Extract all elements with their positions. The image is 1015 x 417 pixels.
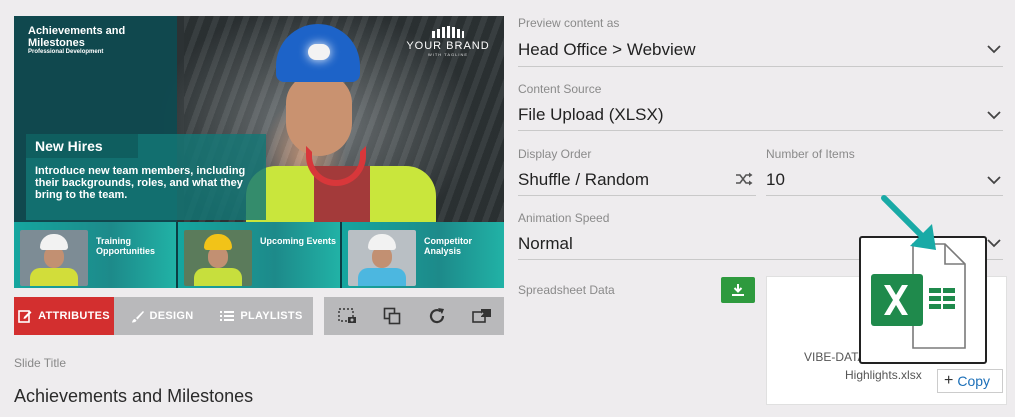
download-template-button[interactable]: [721, 277, 755, 303]
refresh-button[interactable]: [423, 302, 451, 330]
brand-mark-icon: [432, 26, 464, 38]
preview-hero: Achievements and Milestones Professional…: [14, 16, 504, 222]
tile-label: Competitor Analysis: [424, 236, 472, 256]
chevron-down-icon[interactable]: [987, 175, 1001, 185]
brand-logo: YOUR BRAND WITH TAGLINE: [404, 26, 492, 57]
spreadsheet-data-label: Spreadsheet Data: [518, 283, 615, 297]
layers-icon: [383, 307, 400, 325]
slide-title-label: Slide Title: [14, 356, 67, 370]
tab-attributes-label: ATTRIBUTES: [38, 310, 110, 322]
chevron-down-icon[interactable]: [987, 110, 1001, 120]
preview-toolbar: [324, 297, 504, 335]
tab-design-label: DESIGN: [149, 310, 194, 322]
tile-competitor: Competitor Analysis: [342, 222, 504, 288]
copy-button-label: Copy: [957, 373, 991, 389]
refresh-icon: [429, 308, 444, 324]
file-name-line2: Highlights.xlsx: [845, 368, 922, 382]
brand-name: YOUR BRAND: [406, 40, 490, 52]
screenshot-button[interactable]: [333, 302, 361, 330]
screenshot-icon: [337, 308, 356, 323]
cast-icon: [471, 309, 491, 323]
tab-attributes[interactable]: ATTRIBUTES: [14, 297, 114, 335]
layers-button[interactable]: [378, 302, 406, 330]
file-name-line1: VIBE-DATA: [804, 350, 866, 364]
animation-speed-label: Animation Speed: [518, 211, 610, 225]
drag-arrow-icon: [881, 195, 936, 250]
new-hires-body: Introduce new team members, including th…: [35, 165, 246, 201]
tab-playlists-label: PLAYLISTS: [240, 310, 303, 322]
tab-playlists[interactable]: PLAYLISTS: [210, 297, 313, 335]
tile-events: Upcoming Events: [178, 222, 342, 288]
tile-photo: [184, 230, 252, 286]
display-order-underline: [518, 195, 756, 196]
tab-design[interactable]: DESIGN: [114, 297, 210, 335]
editor-tabs: ATTRIBUTES DESIGN PLAYLISTS: [14, 297, 313, 335]
slide-title-input[interactable]: Achievements and Milestones: [14, 386, 253, 407]
copy-button[interactable]: + Copy: [937, 369, 1003, 393]
preview-subtitle: Professional Development: [28, 49, 104, 55]
content-source-underline: [518, 130, 1003, 131]
tile-label: Upcoming Events: [260, 236, 337, 246]
number-of-items-label: Number of Items: [766, 147, 855, 161]
edit-icon: [18, 310, 32, 323]
plus-icon: +: [944, 372, 954, 389]
tile-photo: [20, 230, 88, 286]
download-icon: [732, 284, 744, 296]
brush-icon: [131, 310, 144, 322]
brand-tagline: WITH TAGLINE: [427, 52, 469, 57]
preview-title: Achievements and Milestones: [28, 25, 126, 49]
chevron-down-icon[interactable]: [987, 44, 1001, 54]
shuffle-icon[interactable]: [735, 172, 753, 186]
animation-speed-select[interactable]: Normal: [518, 234, 573, 254]
tile-photo: [348, 230, 416, 286]
display-order-select[interactable]: Shuffle / Random: [518, 170, 649, 190]
content-source-select[interactable]: File Upload (XLSX): [518, 105, 664, 125]
chevron-down-icon[interactable]: [987, 238, 1001, 248]
preview-as-label: Preview content as: [518, 16, 620, 30]
slide-preview: Achievements and Milestones Professional…: [14, 16, 504, 288]
display-order-label: Display Order: [518, 147, 592, 161]
list-icon: [220, 311, 235, 321]
tile-label: Training Opportunities: [96, 236, 155, 256]
content-source-label: Content Source: [518, 82, 602, 96]
tile-training: Training Opportunities: [14, 222, 178, 288]
preview-as-underline: [518, 66, 1003, 67]
number-of-items-select[interactable]: 10: [766, 170, 785, 190]
new-hires-heading: New Hires: [35, 138, 103, 154]
preview-tiles: Training Opportunities Upcoming Events C…: [14, 222, 504, 288]
preview-as-select[interactable]: Head Office > Webview: [518, 40, 696, 60]
cast-button[interactable]: [468, 302, 496, 330]
